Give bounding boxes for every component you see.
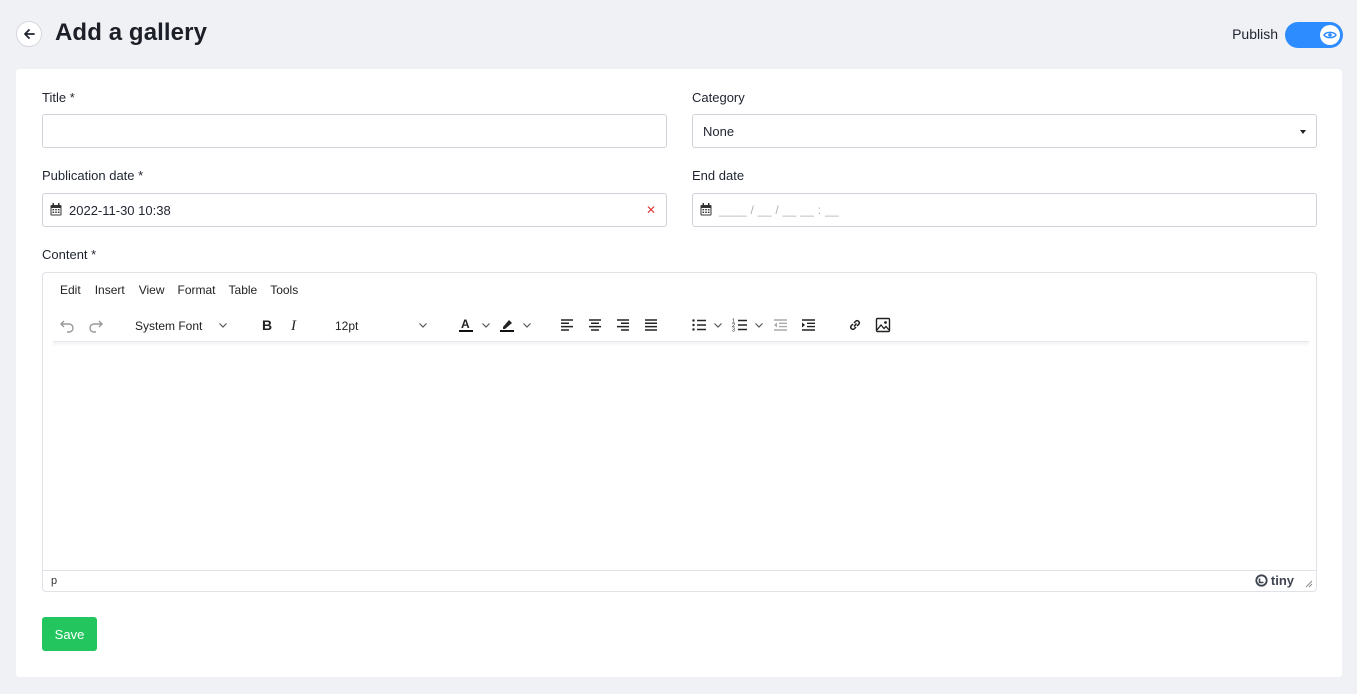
pubdate-label: Publication date * xyxy=(42,168,144,183)
tiny-logo[interactable]: tiny xyxy=(1255,573,1294,588)
element-path[interactable]: p xyxy=(51,575,57,587)
image-icon[interactable] xyxy=(875,317,891,333)
title-input[interactable] xyxy=(42,114,667,148)
chevron-down-icon xyxy=(419,323,427,328)
tiny-brand: tiny xyxy=(1270,573,1294,588)
chevron-down-icon xyxy=(219,323,227,328)
align-right-icon[interactable] xyxy=(615,317,631,333)
chevron-down-icon[interactable] xyxy=(523,323,531,328)
undo-icon[interactable] xyxy=(59,317,75,333)
arrow-left-icon xyxy=(24,29,35,39)
svg-text:A: A xyxy=(461,317,470,331)
content-label: Content * xyxy=(42,247,97,262)
numbered-list-icon[interactable]: 123 xyxy=(732,317,748,333)
category-label: Category xyxy=(692,90,745,105)
link-icon[interactable] xyxy=(847,317,863,333)
editor-menubar: Edit Insert View Format Table Tools xyxy=(43,283,298,301)
svg-text:B: B xyxy=(262,317,272,333)
align-center-icon[interactable] xyxy=(587,317,603,333)
menu-tools[interactable]: Tools xyxy=(270,283,298,301)
chevron-down-icon[interactable] xyxy=(482,323,490,328)
highlight-icon[interactable] xyxy=(499,317,515,333)
page-title: Add a gallery xyxy=(55,19,208,46)
outdent-icon[interactable] xyxy=(772,317,788,333)
font-size-select[interactable]: 12pt xyxy=(335,319,358,333)
menu-format[interactable]: Format xyxy=(178,283,216,301)
align-justify-icon[interactable] xyxy=(643,317,659,333)
rich-text-editor: Edit Insert View Format Table Tools Syst… xyxy=(42,272,1317,592)
pubdate-input[interactable]: 2022-11-30 10:38 ✕ xyxy=(42,193,667,227)
title-label: Title * xyxy=(42,90,75,105)
editor-content-area[interactable] xyxy=(43,347,1316,571)
save-button[interactable]: Save xyxy=(42,617,97,651)
italic-icon[interactable]: I xyxy=(287,317,303,333)
back-button[interactable] xyxy=(16,21,42,47)
enddate-label: End date xyxy=(692,168,745,183)
svg-text:3: 3 xyxy=(732,328,735,334)
menu-edit[interactable]: Edit xyxy=(60,283,81,301)
indent-icon[interactable] xyxy=(800,317,816,333)
eye-icon xyxy=(1323,31,1337,39)
svg-text:I: I xyxy=(290,318,297,333)
bold-icon[interactable]: B xyxy=(259,317,275,333)
align-left-icon[interactable] xyxy=(559,317,575,333)
editor-statusbar: p tiny xyxy=(43,570,1316,591)
calendar-icon xyxy=(700,203,712,216)
toggle-knob xyxy=(1320,25,1340,45)
tiny-icon xyxy=(1255,574,1268,587)
bullet-list-icon[interactable] xyxy=(691,317,707,333)
caret-down-icon xyxy=(1300,130,1306,134)
resize-handle-icon[interactable] xyxy=(1305,580,1313,588)
chevron-down-icon[interactable] xyxy=(755,323,763,328)
text-color-icon[interactable]: A xyxy=(458,317,474,333)
pubdate-value: 2022-11-30 10:38 xyxy=(69,203,171,218)
category-select[interactable]: None xyxy=(692,114,1317,148)
enddate-input[interactable]: ____ / __ / __ __ : __ xyxy=(692,193,1317,227)
publish-label: Publish xyxy=(1232,26,1278,42)
menu-table[interactable]: Table xyxy=(229,283,258,301)
redo-icon[interactable] xyxy=(88,317,104,333)
calendar-icon xyxy=(50,203,62,216)
font-family-select[interactable]: System Font xyxy=(135,319,202,333)
publish-toggle[interactable] xyxy=(1285,22,1343,48)
clear-icon[interactable]: ✕ xyxy=(646,204,656,216)
menu-insert[interactable]: Insert xyxy=(95,283,125,301)
chevron-down-icon[interactable] xyxy=(714,323,722,328)
category-value: None xyxy=(703,124,735,139)
enddate-placeholder: ____ / __ / __ __ : __ xyxy=(719,203,840,217)
menu-view[interactable]: View xyxy=(139,283,165,301)
